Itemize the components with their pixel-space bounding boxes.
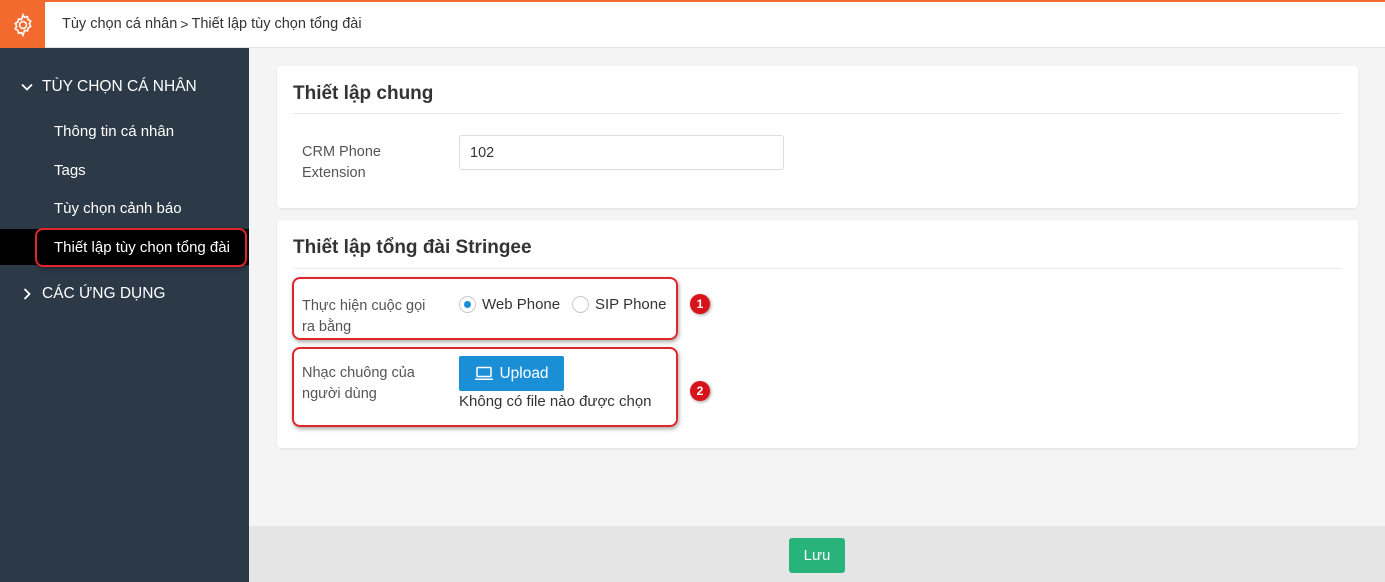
sidebar: TÙY CHỌN CÁ NHÂN Thông tin cá nhân Tags …: [0, 48, 249, 582]
chevron-right-icon: [20, 288, 34, 300]
chevron-down-icon: [20, 83, 34, 91]
no-file-text: Không có file nào được chọn: [459, 393, 652, 410]
divider: [293, 113, 1342, 114]
breadcrumb-parent[interactable]: Tùy chọn cá nhân: [62, 16, 177, 32]
card-title: Thiết lập tổng đài Stringee: [293, 237, 532, 258]
card-title: Thiết lập chung: [293, 83, 434, 104]
sidebar-item-call-settings[interactable]: Thiết lập tùy chọn tổng đài: [54, 239, 230, 256]
breadcrumb: Tùy chọn cá nhân > Thiết lập tùy chọn tổ…: [62, 16, 362, 32]
footer-bar: Lưu: [249, 526, 1385, 582]
upload-label: Upload: [499, 364, 549, 382]
radio-label: Web Phone: [482, 296, 561, 313]
sidebar-group-label: CÁC ỨNG DỤNG: [42, 285, 166, 302]
general-settings-card: Thiết lập chung CRM Phone Extension: [277, 66, 1358, 208]
sidebar-group-label: TÙY CHỌN CÁ NHÂN: [42, 78, 197, 95]
annotation-badge-2: 2: [690, 381, 710, 401]
call-method-label: Thực hiện cuộc gọi ra bằng: [302, 298, 426, 335]
sidebar-group-personal[interactable]: TÙY CHỌN CÁ NHÂN: [20, 78, 197, 96]
breadcrumb-separator: >: [180, 16, 189, 32]
crm-extension-input[interactable]: [459, 135, 784, 170]
sidebar-item-tags[interactable]: Tags: [54, 162, 86, 179]
radio-button[interactable]: [572, 296, 589, 313]
sidebar-item-alerts[interactable]: Tùy chọn cảnh báo: [54, 200, 182, 217]
radio-web-phone[interactable]: Web Phone: [459, 296, 560, 313]
main-content: Thiết lập chung CRM Phone Extension Thiế…: [249, 48, 1385, 526]
save-button[interactable]: Lưu: [789, 538, 845, 573]
upload-button[interactable]: Upload: [459, 356, 564, 391]
radio-button[interactable]: [459, 296, 476, 313]
sidebar-group-apps[interactable]: CÁC ỨNG DỤNG: [20, 285, 165, 303]
gear-icon: [13, 12, 32, 38]
stringee-settings-card: Thiết lập tổng đài Stringee Thực hiện cu…: [277, 220, 1358, 448]
settings-button[interactable]: [0, 0, 45, 50]
top-bar: Tùy chọn cá nhân > Thiết lập tùy chọn tổ…: [0, 0, 1385, 50]
breadcrumb-current: Thiết lập tùy chọn tổng đài: [191, 16, 362, 32]
laptop-icon: [475, 366, 494, 380]
ringtone-label: Nhạc chuông của người dùng: [302, 365, 415, 402]
annotation-badge-1: 1: [690, 294, 710, 314]
sidebar-item-personal-info[interactable]: Thông tin cá nhân: [54, 123, 174, 140]
radio-label: SIP Phone: [595, 296, 667, 313]
divider: [293, 268, 1342, 269]
crm-extension-label: CRM Phone Extension: [302, 144, 381, 181]
radio-sip-phone[interactable]: SIP Phone: [572, 296, 666, 313]
